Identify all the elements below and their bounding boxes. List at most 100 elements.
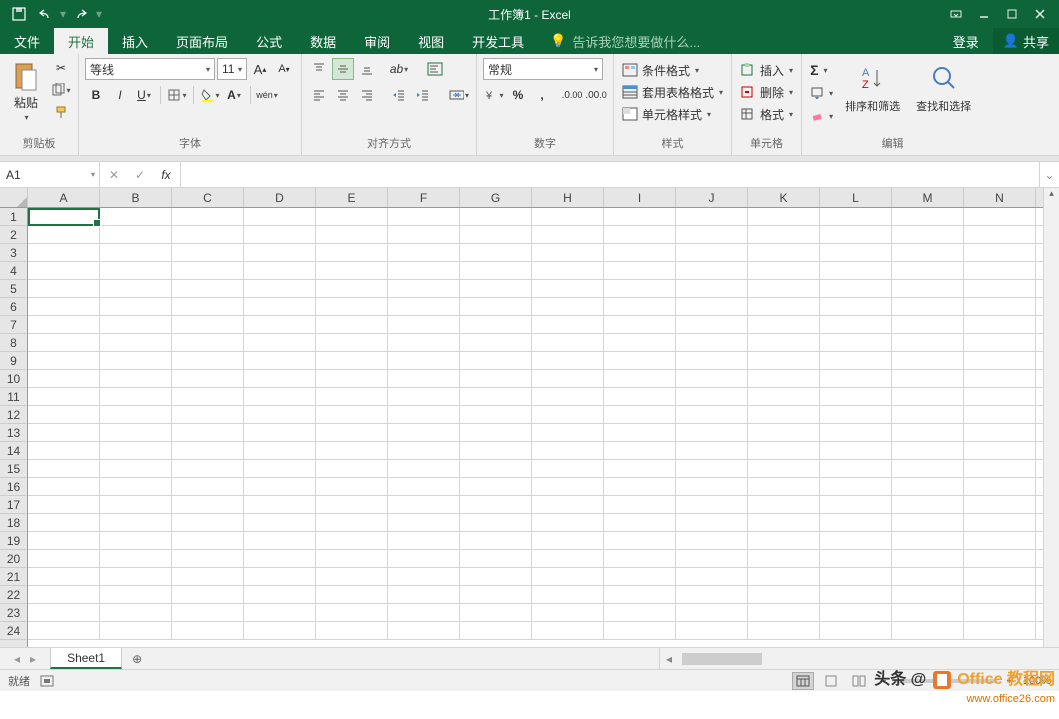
cell[interactable] [820,226,892,243]
cell[interactable] [748,316,820,333]
cell[interactable] [532,352,604,369]
cell[interactable] [316,244,388,261]
cell[interactable] [964,298,1036,315]
fill-color-button[interactable]: ▾ [199,84,221,106]
cell[interactable] [532,532,604,549]
clear-button[interactable]: ▾ [808,106,835,126]
cell[interactable] [892,280,964,297]
percent-button[interactable]: % [507,84,529,106]
insert-cells-button[interactable]: 插入▾ [738,60,795,80]
cell[interactable] [388,514,460,531]
cell[interactable] [604,604,676,621]
cell[interactable] [316,316,388,333]
cell[interactable] [964,226,1036,243]
cell[interactable] [28,298,100,315]
grid-row[interactable] [28,514,1043,532]
row-header[interactable]: 24 [0,622,27,640]
cell[interactable] [316,568,388,585]
cell[interactable] [460,442,532,459]
cell[interactable] [820,442,892,459]
cell[interactable] [100,568,172,585]
column-header[interactable]: G [460,188,532,207]
cell[interactable] [892,496,964,513]
align-bottom-button[interactable] [356,58,378,80]
cell[interactable] [892,388,964,405]
cell[interactable] [676,280,748,297]
cell[interactable] [28,622,100,639]
decrease-font-button[interactable]: A▾ [273,58,295,80]
cell[interactable] [532,262,604,279]
cell[interactable] [244,244,316,261]
row-header[interactable]: 23 [0,604,27,622]
macro-record-icon[interactable] [40,675,54,687]
grid-row[interactable] [28,244,1043,262]
grid-row[interactable] [28,406,1043,424]
cell[interactable] [748,208,820,225]
cell[interactable] [172,226,244,243]
cell[interactable] [820,478,892,495]
cell[interactable] [172,208,244,225]
row-header[interactable]: 19 [0,532,27,550]
comma-button[interactable]: , [531,84,553,106]
grid-row[interactable] [28,262,1043,280]
cell[interactable] [532,424,604,441]
column-header[interactable]: E [316,188,388,207]
signin-button[interactable]: 登录 [939,28,993,54]
format-cells-button[interactable]: 格式▾ [738,104,795,124]
grid-row[interactable] [28,496,1043,514]
grid-row[interactable] [28,352,1043,370]
cell[interactable] [316,532,388,549]
grid-row[interactable] [28,226,1043,244]
cell[interactable] [748,496,820,513]
cell[interactable] [388,262,460,279]
cell[interactable] [244,316,316,333]
cell[interactable] [460,478,532,495]
cell[interactable] [964,406,1036,423]
number-format-combo[interactable]: 常规▾ [483,58,603,80]
cell[interactable] [964,370,1036,387]
cell[interactable] [172,262,244,279]
cell[interactable] [964,334,1036,351]
qat-dropdown-icon[interactable]: ▾ [96,7,102,21]
tell-me-search[interactable]: 💡 告诉我您想要做什么... [538,28,700,54]
orientation-button[interactable]: ab▾ [388,58,410,80]
cell[interactable] [820,514,892,531]
scroll-left-icon[interactable]: ◂ [660,652,678,666]
cell[interactable] [676,622,748,639]
sort-filter-button[interactable]: AZ 排序和筛选 [839,58,906,116]
cell[interactable] [172,442,244,459]
cell[interactable] [820,208,892,225]
conditional-format-button[interactable]: 条件格式▾ [620,60,701,80]
cell[interactable] [316,514,388,531]
tab-developer[interactable]: 开发工具 [458,28,538,54]
grid-row[interactable] [28,280,1043,298]
cell[interactable] [532,460,604,477]
column-header[interactable]: F [388,188,460,207]
cell[interactable] [676,352,748,369]
cell[interactable] [964,280,1036,297]
cell[interactable] [172,406,244,423]
grid-row[interactable] [28,388,1043,406]
cell[interactable] [28,226,100,243]
column-header[interactable]: A [28,188,100,207]
cell[interactable] [964,388,1036,405]
column-headers[interactable]: ABCDEFGHIJKLMN [28,188,1043,208]
cell[interactable] [172,568,244,585]
insert-function-button[interactable]: fx [156,168,176,182]
minimize-icon[interactable] [977,7,991,21]
cell[interactable] [460,586,532,603]
column-header[interactable]: J [676,188,748,207]
cell[interactable] [820,604,892,621]
cell[interactable] [604,262,676,279]
cell[interactable] [676,478,748,495]
font-color-button[interactable]: A▾ [223,84,245,106]
cell[interactable] [244,370,316,387]
cell[interactable] [892,370,964,387]
cell[interactable] [964,514,1036,531]
cell[interactable] [892,298,964,315]
cell[interactable] [100,496,172,513]
cell[interactable] [892,424,964,441]
cell[interactable] [316,208,388,225]
cell[interactable] [892,604,964,621]
decrease-indent-button[interactable] [388,84,410,106]
